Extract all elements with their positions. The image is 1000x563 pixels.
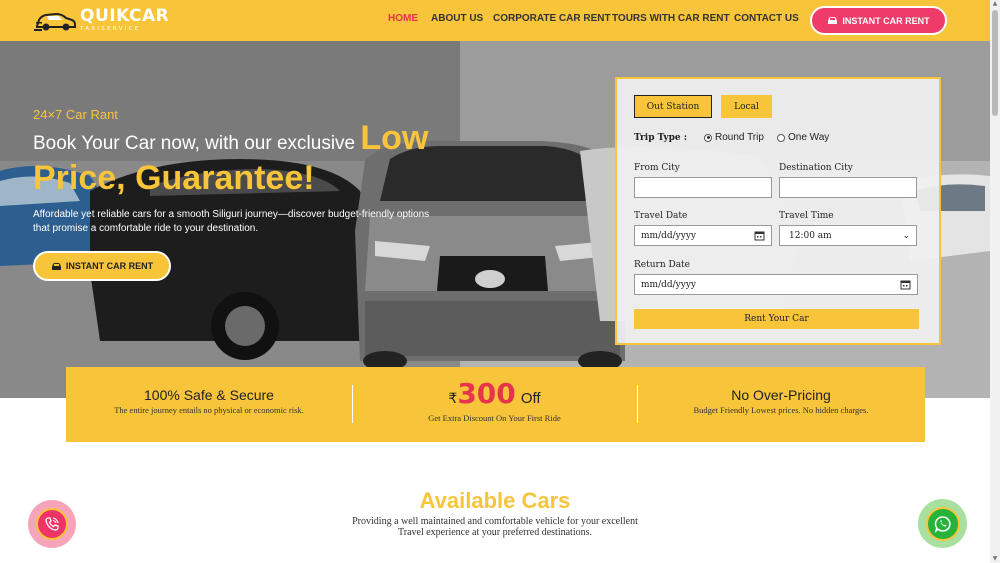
available-cars-subtitle-line2: Travel experience at your preferred dest… — [398, 527, 592, 538]
feature-safe-secure: 100% Safe & Secure The entire journey en… — [66, 367, 352, 442]
travel-date-placeholder: mm/dd/yyyy — [641, 230, 696, 241]
feature-title: 100% Safe & Secure — [144, 387, 274, 403]
nav-item-corporate-car-rent[interactable]: CORPORATE CAR RENT — [493, 13, 611, 24]
hero-headline-prefix: Book Your Car now, with our exclusive — [33, 133, 361, 154]
available-cars-title: Available Cars — [419, 488, 571, 513]
feature-discount: ₹300 Off Get Extra Discount On Your Firs… — [352, 367, 637, 442]
currency-symbol: ₹ — [448, 391, 458, 407]
car-icon — [828, 17, 838, 24]
nav-item-about-us[interactable]: ABOUT US — [431, 13, 483, 24]
radio-round-trip-label: Round Trip — [715, 132, 764, 143]
discount-suffix: Off — [520, 390, 541, 407]
nav-item-tours-with-car-rent[interactable]: TOURS WITH CAR RENT — [612, 13, 730, 24]
hero-button-label: INSTANT CAR RENT — [65, 261, 154, 271]
discount-amount: 300 — [457, 377, 516, 410]
car-icon — [51, 262, 61, 270]
radio-round-trip-dot[interactable] — [704, 133, 712, 142]
return-date-placeholder: mm/dd/yyyy — [641, 279, 696, 290]
rent-your-car-button[interactable]: Rent Your Car — [634, 309, 919, 329]
destination-city-input[interactable] — [779, 177, 917, 198]
floating-whatsapp-button[interactable] — [918, 499, 967, 548]
travel-date-input[interactable]: mm/dd/yyyy — [634, 225, 772, 246]
scrollbar-thumb[interactable] — [992, 10, 998, 116]
travel-date-label: Travel Date — [634, 211, 688, 221]
site-header: QUIKCAR TAXISERVICE HOME ABOUT US CORPOR… — [0, 0, 990, 41]
hero-instant-car-rent-button[interactable]: INSTANT CAR RENT — [33, 251, 171, 281]
feature-subtitle: Get Extra Discount On Your First Ride — [428, 413, 561, 423]
from-city-label: From City — [634, 163, 680, 173]
return-date-input[interactable]: mm/dd/yyyy — [634, 274, 918, 295]
destination-city-label: Destination City — [779, 163, 853, 173]
tab-out-station[interactable]: Out Station — [634, 95, 712, 118]
brand-tagline: TAXISERVICE — [80, 25, 141, 32]
hero-description: Affordable yet reliable cars for a smoot… — [33, 209, 430, 234]
feature-no-over-pricing: No Over-Pricing Budget Friendly Lowest p… — [637, 367, 925, 442]
travel-time-select[interactable]: 12:00 am ⌄ — [779, 225, 917, 246]
radio-one-way[interactable]: One Way — [777, 132, 829, 143]
phone-call-icon — [45, 517, 59, 531]
scroll-down-arrow-icon[interactable]: ▼ — [992, 556, 998, 562]
travel-time-label: Travel Time — [779, 211, 834, 221]
nav-item-home[interactable]: HOME — [388, 13, 418, 24]
feature-subtitle: Budget Friendly Lowest prices. No hidden… — [693, 405, 869, 415]
available-cars-subtitle: Providing a well maintained and comforta… — [0, 516, 990, 538]
hero-headline-highlight: Low Price, Guarantee! — [33, 119, 429, 197]
whatsapp-icon — [934, 515, 951, 533]
radio-round-trip[interactable]: Round Trip — [704, 132, 764, 143]
hero-headline: Book Your Car now, with our exclusive Lo… — [33, 121, 453, 201]
available-cars-subtitle-line1: Providing a well maintained and comforta… — [352, 516, 638, 527]
scroll-up-arrow-icon[interactable]: ▲ — [992, 1, 998, 7]
tab-local[interactable]: Local — [721, 95, 772, 118]
booking-form: Out Station Local Trip Type : Round Trip… — [615, 77, 941, 345]
calendar-icon[interactable] — [900, 279, 911, 290]
feature-subtitle: The entire journey entails no physical o… — [114, 405, 304, 415]
from-city-input[interactable] — [634, 177, 772, 198]
travel-time-value: 12:00 am — [789, 230, 832, 241]
chevron-down-icon: ⌄ — [902, 231, 910, 241]
floating-call-button[interactable] — [28, 500, 76, 548]
nav-item-contact-us[interactable]: CONTACT US — [734, 13, 799, 24]
features-strip: 100% Safe & Secure The entire journey en… — [66, 367, 925, 442]
hero-tag: 24×7 Car Rant — [33, 107, 118, 122]
trip-type-label: Trip Type : — [634, 133, 688, 143]
calendar-icon[interactable] — [754, 230, 765, 241]
page-scrollbar[interactable]: ▲ ▼ — [990, 0, 1000, 563]
instant-car-rent-label: INSTANT CAR RENT — [842, 15, 930, 26]
radio-one-way-dot[interactable] — [777, 133, 785, 142]
return-date-label: Return Date — [634, 260, 690, 270]
feature-title: No Over-Pricing — [731, 387, 831, 403]
instant-car-rent-button[interactable]: INSTANT CAR RENT — [810, 6, 947, 35]
radio-one-way-label: One Way — [788, 132, 830, 143]
